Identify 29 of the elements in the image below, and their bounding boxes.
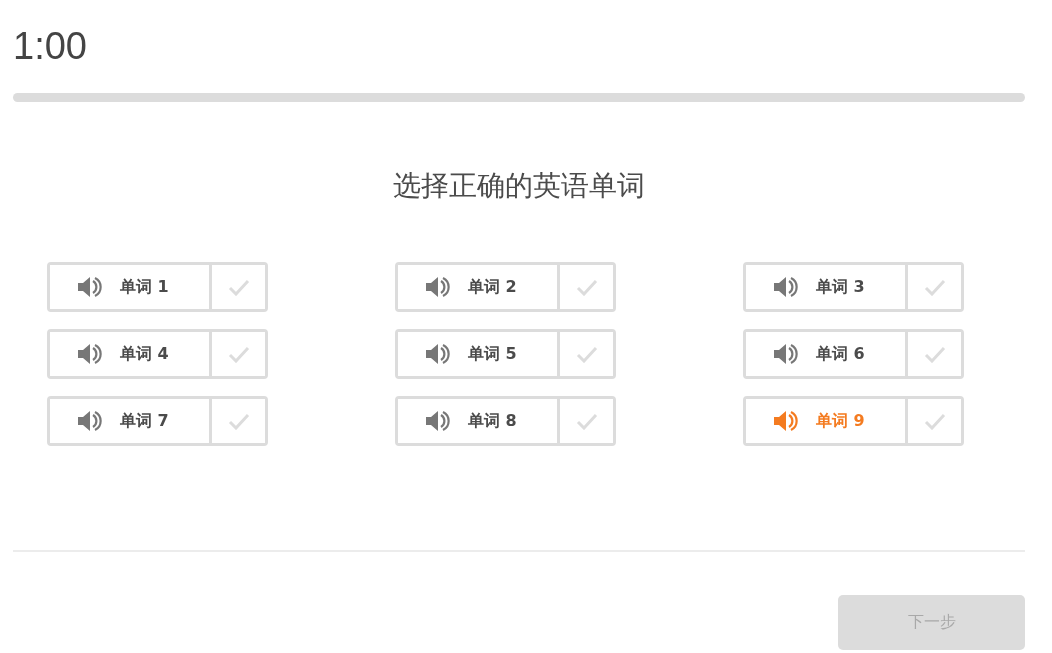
select-button[interactable] [209, 399, 265, 443]
select-button[interactable] [905, 332, 961, 376]
check-icon [923, 412, 946, 430]
question-title: 选择正确的英语单词 [393, 168, 645, 204]
select-button[interactable] [905, 399, 961, 443]
check-icon [227, 278, 250, 296]
speaker-icon [424, 410, 452, 432]
speaker-icon [772, 410, 800, 432]
select-button[interactable] [209, 265, 265, 309]
speaker-icon [76, 276, 104, 298]
select-button[interactable] [905, 265, 961, 309]
select-button[interactable] [557, 399, 613, 443]
check-icon [575, 345, 598, 363]
check-icon [575, 278, 598, 296]
check-icon [923, 278, 946, 296]
speaker-icon [424, 276, 452, 298]
select-button[interactable] [209, 332, 265, 376]
check-icon [227, 412, 250, 430]
speaker-icon [76, 343, 104, 365]
check-icon [227, 345, 250, 363]
select-button[interactable] [557, 265, 613, 309]
check-icon [923, 345, 946, 363]
speaker-icon [772, 343, 800, 365]
speaker-icon [424, 343, 452, 365]
speaker-icon [76, 410, 104, 432]
select-button[interactable] [557, 332, 613, 376]
check-icon [575, 412, 598, 430]
speaker-icon [772, 276, 800, 298]
timer: 1:00 [13, 24, 87, 68]
